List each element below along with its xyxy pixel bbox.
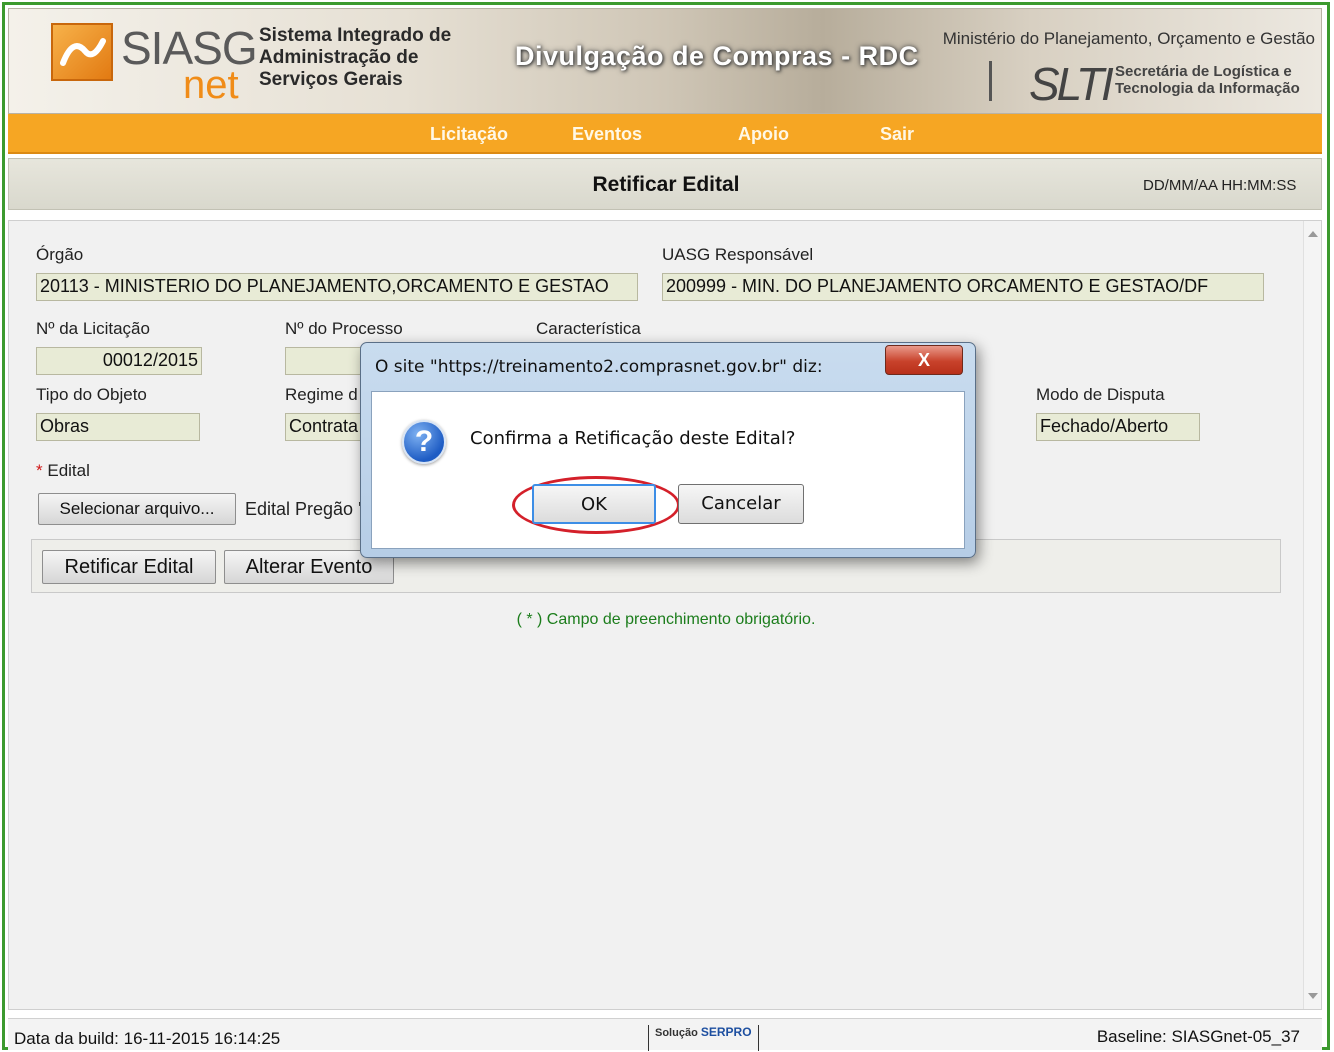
slti-logo: SLTI xyxy=(1029,58,1114,110)
edital-label-row: * Edital xyxy=(36,461,90,481)
siasg-logo-icon xyxy=(51,23,113,81)
required-marker: * xyxy=(36,461,43,480)
serpro-logo: Solução SERPRO xyxy=(648,1025,759,1051)
regime-label: Regime d xyxy=(285,385,358,404)
footer: Data da build: 16-11-2015 16:14:25 Soluç… xyxy=(8,1018,1322,1051)
confirm-dialog: O site "https://treinamento2.comprasnet.… xyxy=(360,342,976,558)
select-file-button[interactable]: Selecionar arquivo... xyxy=(38,493,236,525)
build-date: Data da build: 16-11-2015 16:14:25 xyxy=(14,1029,281,1048)
processo-label: Nº do Processo xyxy=(285,319,403,338)
uasg-label: UASG Responsável xyxy=(662,245,814,264)
menu-item-apoio[interactable]: Apoio xyxy=(738,124,789,145)
modo-disputa-label: Modo de Disputa xyxy=(1036,385,1165,404)
ok-button[interactable]: OK xyxy=(532,484,656,524)
system-name-line: Serviços Gerais xyxy=(259,69,403,90)
ministry-name: Ministério do Planejamento, Orçamento e … xyxy=(942,29,1315,48)
datetime-display: DD/MM/AA HH:MM:SS xyxy=(1143,177,1297,194)
uasg-field: 200999 - MIN. DO PLANEJAMENTO ORCAMENTO … xyxy=(662,273,1264,301)
orgao-label: Órgão xyxy=(36,245,84,264)
slti-divider xyxy=(989,61,992,101)
scroll-down-icon[interactable] xyxy=(1308,993,1318,999)
baseline-version: Baseline: SIASGnet-05_37 xyxy=(1096,1027,1300,1046)
modo-disputa-field: Fechado/Aberto xyxy=(1036,413,1200,441)
edital-label: Edital xyxy=(47,461,90,480)
close-icon[interactable]: X xyxy=(885,345,963,375)
slti-subtitle-line: Tecnologia da Informação xyxy=(1115,80,1300,97)
page-title-bar: Retificar Edital DD/MM/AA HH:MM:SS xyxy=(8,158,1322,210)
dialog-title: O site "https://treinamento2.comprasnet.… xyxy=(375,357,823,377)
slti-subtitle-line: Secretária de Logística e xyxy=(1115,63,1292,80)
slti-subtitle: Secretária de Logística e Tecnologia da … xyxy=(1115,63,1300,97)
tipo-objeto-field: Obras xyxy=(36,413,200,441)
menu-item-eventos[interactable]: Eventos xyxy=(572,124,642,145)
header-banner: SIASG net Sistema Integrado de Administr… xyxy=(8,8,1322,114)
serpro-prefix: Solução xyxy=(655,1027,698,1039)
dialog-body: ? Confirma a Retificação deste Edital? O… xyxy=(371,391,965,549)
scroll-up-icon[interactable] xyxy=(1308,231,1318,237)
main-menu: Licitação Eventos Apoio Sair xyxy=(8,114,1322,154)
licitacao-label: Nº da Licitação xyxy=(36,319,150,338)
system-name-line: Administração de xyxy=(259,47,419,68)
required-note: ( * ) Campo de preenchimento obrigatório… xyxy=(516,611,816,628)
system-name: Sistema Integrado de Administração de Se… xyxy=(259,25,459,91)
main-content: Órgão 20113 - MINISTERIO DO PLANEJAMENTO… xyxy=(8,220,1322,1010)
question-icon: ? xyxy=(402,420,446,464)
orgao-field: 20113 - MINISTERIO DO PLANEJAMENTO,ORCAM… xyxy=(36,273,638,301)
page-title: Retificar Edital xyxy=(592,173,740,196)
serpro-name: SERPRO xyxy=(700,1025,752,1039)
menu-item-licitacao[interactable]: Licitação xyxy=(430,124,508,145)
retificar-edital-button[interactable]: Retificar Edital xyxy=(42,550,216,584)
selected-file-name: Edital Pregão ' xyxy=(245,499,362,519)
dialog-message: Confirma a Retificação deste Edital? xyxy=(470,428,796,449)
menu-item-sair[interactable]: Sair xyxy=(880,124,914,145)
caracteristica-label: Característica xyxy=(536,319,641,338)
licitacao-field: 00012/2015 xyxy=(36,347,202,375)
logo-net-text: net xyxy=(183,63,239,107)
cancel-button[interactable]: Cancelar xyxy=(678,484,804,524)
tipo-objeto-label: Tipo do Objeto xyxy=(36,385,147,404)
banner-title: Divulgação de Compras - RDC xyxy=(515,41,919,71)
system-name-line: Sistema Integrado de xyxy=(259,25,452,46)
